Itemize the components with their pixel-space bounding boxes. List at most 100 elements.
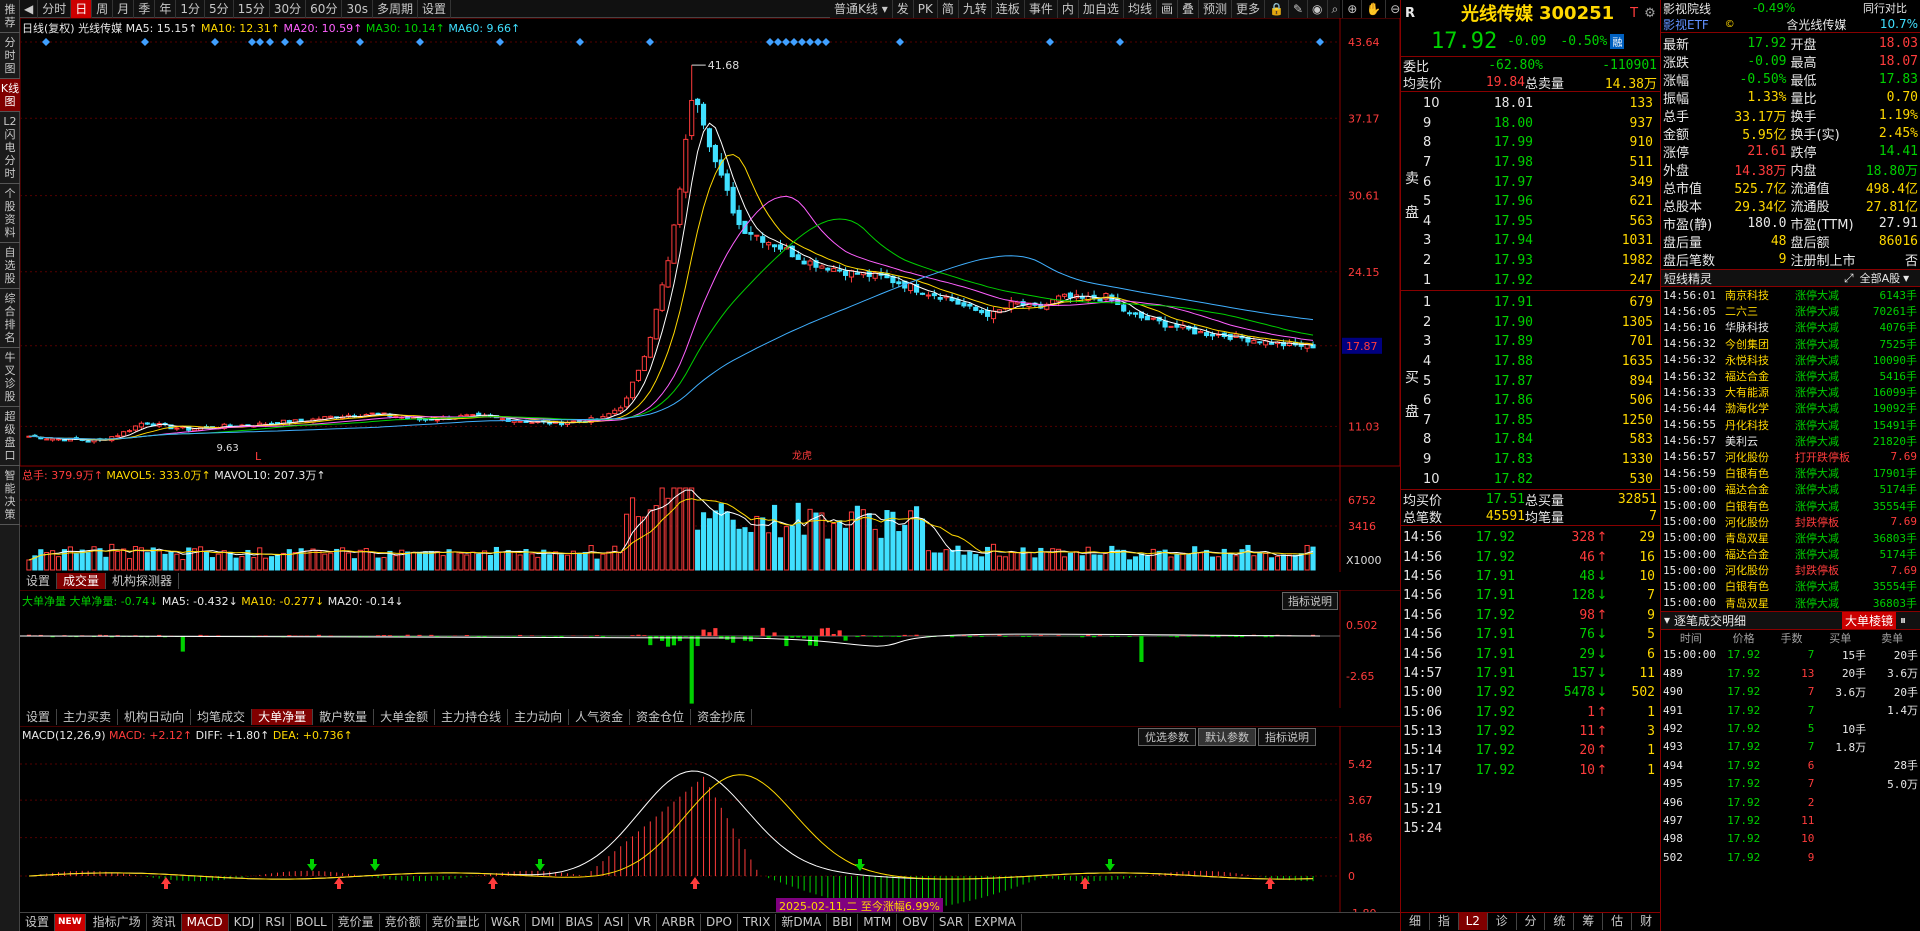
left-tab-8[interactable]: 超级盘口 [0,407,20,466]
buy-row[interactable]: 1 17.91 679 [1423,293,1659,313]
buy-row[interactable]: 2 17.90 1305 [1423,313,1659,333]
bottom-tab-14[interactable]: ASI [599,913,630,931]
bottom-tab-7[interactable]: BOLL [291,913,333,931]
sprite-row[interactable]: 14:56:32 永悦科技 涨停大减 10090手 [1663,352,1918,368]
bottom-tab-8[interactable]: 竞价量 [333,913,380,931]
event-diamond-icon[interactable] [296,38,304,46]
event-diamond-icon[interactable] [1046,38,1054,46]
bottom-tab-9[interactable]: 竞价额 [380,913,427,931]
indicator-tab-5[interactable]: 散户数量 [313,709,375,725]
buy-row[interactable]: 4 17.88 1635 [1423,352,1659,372]
sprite-filter[interactable]: 全部A股 [1860,270,1901,286]
tool-item-9[interactable]: 画 [1157,0,1178,18]
t-icon[interactable]: T [1630,6,1638,21]
event-diamond-icon[interactable] [248,38,256,46]
period-tab-10[interactable]: 60分 [306,0,343,18]
left-tab-6[interactable]: 综合排名 [0,289,20,348]
sprite-row[interactable]: 14:56:05 二六三 涨停大减 70261手 [1663,303,1918,319]
event-diamond-icon[interactable] [782,38,790,46]
indicator-tab-8[interactable]: 主力动向 [508,709,570,725]
sprite-row[interactable]: 14:56:01 南京科技 涨停大减 6143手 [1663,287,1918,303]
event-diamond-icon[interactable] [256,38,264,46]
event-diamond-icon[interactable] [141,38,149,46]
tool-item-12[interactable]: 更多 [1232,0,1266,18]
expand-icon[interactable]: ⤢ [1844,271,1854,286]
tool-item-11[interactable]: 预测 [1199,0,1232,18]
sprite-row[interactable]: 14:56:57 河化股份 打开跌停板 7.69 [1663,449,1918,465]
buy-row[interactable]: 8 17.84 583 [1423,430,1659,450]
bottom-tab-5[interactable]: KDJ [229,913,261,931]
bottom-tab-15[interactable]: VR [629,913,657,931]
bottom-tab-20[interactable]: BBI [827,913,859,931]
sell-row[interactable]: 2 17.93 1982 [1423,251,1659,271]
tool-item-1[interactable]: PK [914,0,938,18]
chevron-down-icon[interactable]: ▾ [1664,613,1670,627]
peer-compare-link[interactable]: 同行对比 [1863,0,1907,16]
bottom-tab-13[interactable]: BIAS [560,913,599,931]
sprite-row[interactable]: 14:56:16 华脉科技 涨停大减 4076手 [1663,319,1918,335]
indicator-tab-0[interactable]: 设置 [20,709,58,725]
bottom-tab-12[interactable]: DMI [526,913,561,931]
tool-item-4[interactable]: 连板 [992,0,1025,18]
macd-button-0[interactable]: 优选参数 [1138,728,1196,746]
bottom-tab-4[interactable]: MACD [181,913,229,931]
sector-name[interactable]: 影视院线 [1663,0,1753,17]
left-tab-5[interactable]: 自选股 [0,243,20,289]
period-tab-0[interactable]: 分时 [38,0,72,18]
quote-tab-1[interactable]: 指 [1430,913,1459,930]
eye-icon[interactable]: ◉ [1308,0,1328,18]
sprite-row[interactable]: 15:00:00 福达合金 涨停大减 5174手 [1663,546,1918,562]
buy-row[interactable]: 10 17.82 530 [1423,469,1659,489]
sell-row[interactable]: 3 17.94 1031 [1423,231,1659,251]
quote-tab-3[interactable]: 诊 [1488,913,1517,930]
period-tab-6[interactable]: 1分 [176,0,205,18]
bottom-tab-1[interactable]: NEW [55,913,86,931]
bottom-tab-16[interactable]: ARBR [657,913,702,931]
bottom-tab-19[interactable]: 新DMA [776,913,828,931]
sell-row[interactable]: 5 17.96 621 [1423,192,1659,212]
sell-row[interactable]: 6 17.97 349 [1423,172,1659,192]
event-diamond-icon[interactable] [774,38,782,46]
buy-row[interactable]: 7 17.85 1250 [1423,411,1659,431]
sprite-row[interactable]: 14:56:44 渤海化学 涨停大减 19092手 [1663,400,1918,416]
event-diamond-icon[interactable] [211,38,219,46]
bottom-tab-24[interactable]: EXPMA [969,913,1022,931]
period-tab-1[interactable]: 日 [71,0,93,18]
event-diamond-icon[interactable] [356,38,364,46]
sell-row[interactable]: 4 17.95 563 [1423,212,1659,232]
volume-tab-1[interactable]: 成交量 [57,573,107,589]
event-diamond-icon[interactable] [266,38,274,46]
buy-row[interactable]: 5 17.87 894 [1423,371,1659,391]
quote-tab-6[interactable]: 筹 [1574,913,1604,930]
sprite-row[interactable]: 15:00:00 福达合金 涨停大减 5174手 [1663,481,1918,497]
left-tab-9[interactable]: 智能决策 [0,466,20,525]
sprite-list[interactable]: 14:56:01 南京科技 涨停大减 6143手 14:56:05 二六三 涨停大减 7026… [1661,287,1920,611]
bottom-tab-17[interactable]: DPO [701,913,738,931]
period-tab-3[interactable]: 月 [113,0,135,18]
tool-item-6[interactable]: 内 [1058,0,1079,18]
indicator-tab-6[interactable]: 大单金额 [374,709,436,725]
event-diamond-icon[interactable] [416,38,424,46]
pen-icon[interactable]: ✎ [1289,0,1309,18]
sprite-row[interactable]: 15:00:00 河化股份 封跌停板 7.69 [1663,562,1918,578]
buy-row[interactable]: 3 17.89 701 [1423,332,1659,352]
sell-row[interactable]: 8 17.99 910 [1423,133,1659,153]
chevron-down-icon[interactable]: ▾ [1903,271,1909,285]
sprite-row[interactable]: 15:00:00 白银有色 涨停大减 35554手 [1663,497,1918,513]
sprite-row[interactable]: 14:56:32 福达合金 涨停大减 5416手 [1663,368,1918,384]
sprite-row[interactable]: 14:56:33 大有能源 涨停大减 16099手 [1663,384,1918,400]
period-tab-12[interactable]: 多周期 [373,0,418,18]
indicator-tab-2[interactable]: 机构日动向 [118,709,192,725]
sprite-row[interactable]: 15:00:00 白银有色 涨停大减 35554手 [1663,578,1918,594]
zoom-in-icon[interactable]: ⊕ [1343,0,1363,18]
volume-tab-0[interactable]: 设置 [20,573,58,589]
event-diamond-icon[interactable] [42,38,50,46]
tool-item-7[interactable]: 加自选 [1079,0,1124,18]
tool-item-3[interactable]: 九转 [959,0,992,18]
event-diamond-icon[interactable] [814,38,822,46]
bottom-tab-11[interactable]: W&R [486,913,527,931]
event-diamond-icon[interactable] [806,38,814,46]
bigorder-help-button[interactable]: 指标说明 [1282,592,1338,610]
sell-row[interactable]: 10 18.01 133 [1423,94,1659,114]
bottom-tab-23[interactable]: SAR [934,913,970,931]
